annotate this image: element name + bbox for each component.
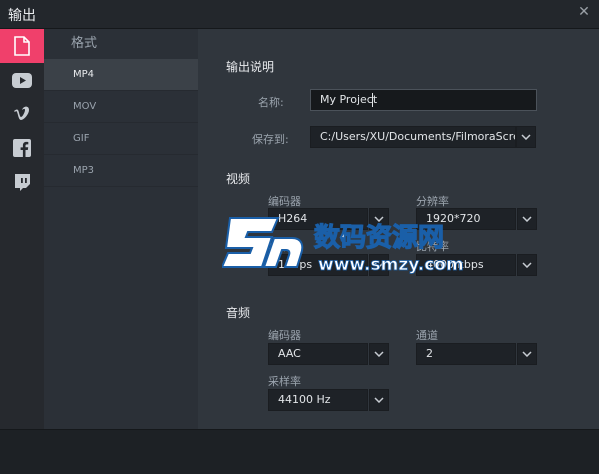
bitrate-select[interactable]: 4000 kbps [416, 254, 516, 276]
chevron-down-icon [522, 262, 532, 268]
framerate-select[interactable]: 15 fps [268, 254, 368, 276]
facebook-icon [13, 139, 31, 157]
resolution-select[interactable]: 1920*720 [416, 208, 516, 230]
channel-select[interactable]: 2 [416, 343, 516, 365]
destination-sidebar [0, 29, 44, 429]
channel-label: 通道 [416, 329, 438, 342]
samplerate-select[interactable]: 44100 Hz [268, 389, 368, 411]
sidebar-item-twitch[interactable] [0, 165, 44, 199]
sidebar-item-file[interactable] [0, 29, 44, 63]
audio-section-title: 音频 [226, 306, 251, 320]
vimeo-icon [14, 106, 29, 120]
sidebar-item-youtube[interactable] [0, 63, 44, 97]
resolution-dropdown[interactable] [517, 208, 537, 230]
bitrate-label: 比特率 [416, 240, 449, 253]
chevron-down-icon [522, 216, 532, 222]
resolution-label: 分辨率 [416, 195, 449, 208]
chevron-down-icon [522, 351, 532, 357]
name-input[interactable]: My Project [310, 89, 537, 111]
format-item-gif[interactable]: GIF [44, 123, 198, 155]
audio-encoder-dropdown[interactable] [369, 343, 389, 365]
file-icon [14, 36, 30, 56]
title-bar: 输出 ✕ [0, 0, 599, 29]
framerate-label: 帧率 [268, 240, 290, 253]
text-cursor [372, 93, 373, 107]
format-item-mp3[interactable]: MP3 [44, 155, 198, 187]
video-encoder-dropdown[interactable] [369, 208, 389, 230]
chevron-down-icon [521, 134, 531, 140]
format-list: 格式 MP4 MOV GIF MP3 [44, 29, 199, 429]
name-label: 名称: [258, 96, 284, 109]
format-header: 格式 [71, 36, 98, 51]
audio-encoder-select[interactable]: AAC [268, 343, 368, 365]
bitrate-dropdown[interactable] [517, 254, 537, 276]
chevron-down-icon [374, 397, 384, 403]
samplerate-label: 采样率 [268, 375, 301, 388]
save-path-label: 保存到: [252, 133, 289, 146]
samplerate-dropdown[interactable] [369, 389, 389, 411]
output-section-title: 输出说明 [226, 60, 275, 74]
chevron-down-icon [374, 216, 384, 222]
sidebar-item-facebook[interactable] [0, 131, 44, 165]
chevron-down-icon [374, 351, 384, 357]
sidebar-item-vimeo[interactable] [0, 97, 44, 131]
video-encoder-label: 编码器 [268, 195, 301, 208]
close-icon[interactable]: ✕ [577, 5, 591, 19]
video-encoder-select[interactable]: H264 [268, 208, 368, 230]
chevron-down-icon [374, 262, 384, 268]
twitch-icon [15, 174, 30, 191]
window-title: 输出 [8, 8, 36, 24]
format-item-mov[interactable]: MOV [44, 91, 198, 123]
save-path-field[interactable]: C:/Users/XU/Documents/FilmoraScre [310, 126, 516, 148]
format-item-mp4[interactable]: MP4 [44, 59, 198, 91]
save-path-dropdown[interactable] [516, 126, 536, 148]
channel-dropdown[interactable] [517, 343, 537, 365]
framerate-dropdown[interactable] [369, 254, 389, 276]
audio-encoder-label: 编码器 [268, 329, 301, 342]
youtube-icon [12, 72, 32, 88]
video-section-title: 视频 [226, 172, 251, 186]
footer-bar [0, 429, 599, 474]
